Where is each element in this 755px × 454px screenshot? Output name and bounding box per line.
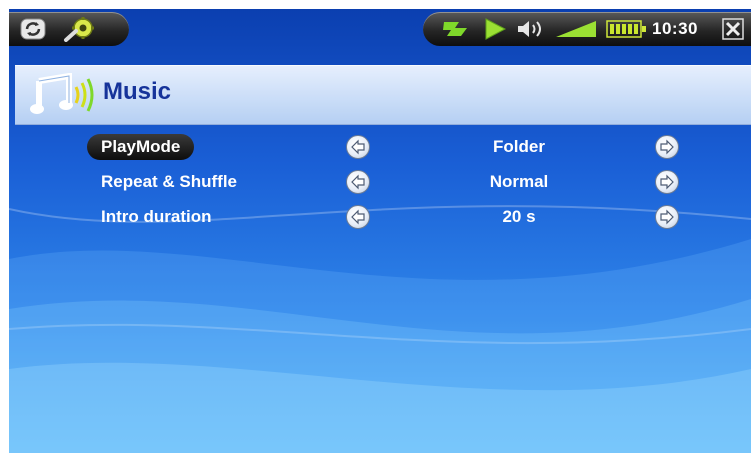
arrow-right-icon	[660, 209, 674, 225]
setting-row-repeat-shuffle[interactable]: Repeat & Shuffle Normal	[9, 165, 751, 195]
volume-icon	[518, 21, 541, 37]
previous-value-button[interactable]	[346, 170, 370, 194]
arrow-left-icon	[351, 209, 365, 225]
sync-icon[interactable]	[19, 17, 47, 41]
play-icon	[485, 18, 507, 40]
section-header: Music	[15, 65, 751, 125]
previous-value-button[interactable]	[346, 205, 370, 229]
next-value-button[interactable]	[655, 135, 679, 159]
next-value-button[interactable]	[655, 170, 679, 194]
next-value-button[interactable]	[655, 205, 679, 229]
setting-row-playmode[interactable]: PlayMode Folder	[9, 130, 751, 160]
previous-value-button[interactable]	[346, 135, 370, 159]
battery-icon	[606, 20, 646, 38]
arrow-right-icon	[660, 139, 674, 155]
arrow-right-icon	[660, 174, 674, 190]
setting-label[interactable]: Repeat & Shuffle	[87, 169, 251, 195]
setting-value: Normal	[489, 172, 549, 191]
close-icon[interactable]	[721, 17, 745, 41]
setting-value: Folder	[493, 137, 545, 156]
music-note-icon	[30, 73, 94, 114]
volume-level-icon	[556, 21, 596, 37]
clock-time: 10:30	[652, 19, 698, 38]
usb-icon	[443, 22, 467, 36]
setting-value: 20 s	[502, 207, 536, 226]
setting-label[interactable]: Intro duration	[87, 204, 225, 230]
page-title: Music	[103, 78, 172, 105]
settings-wrench-icon[interactable]	[63, 16, 97, 42]
setting-label[interactable]: PlayMode	[87, 134, 195, 160]
device-screen: 10:30 Music PlayMode Folder Repeat & Shu…	[9, 9, 751, 453]
arrow-left-icon	[351, 139, 365, 155]
setting-row-intro-duration[interactable]: Intro duration 20 s	[9, 200, 751, 230]
arrow-left-icon	[351, 174, 365, 190]
